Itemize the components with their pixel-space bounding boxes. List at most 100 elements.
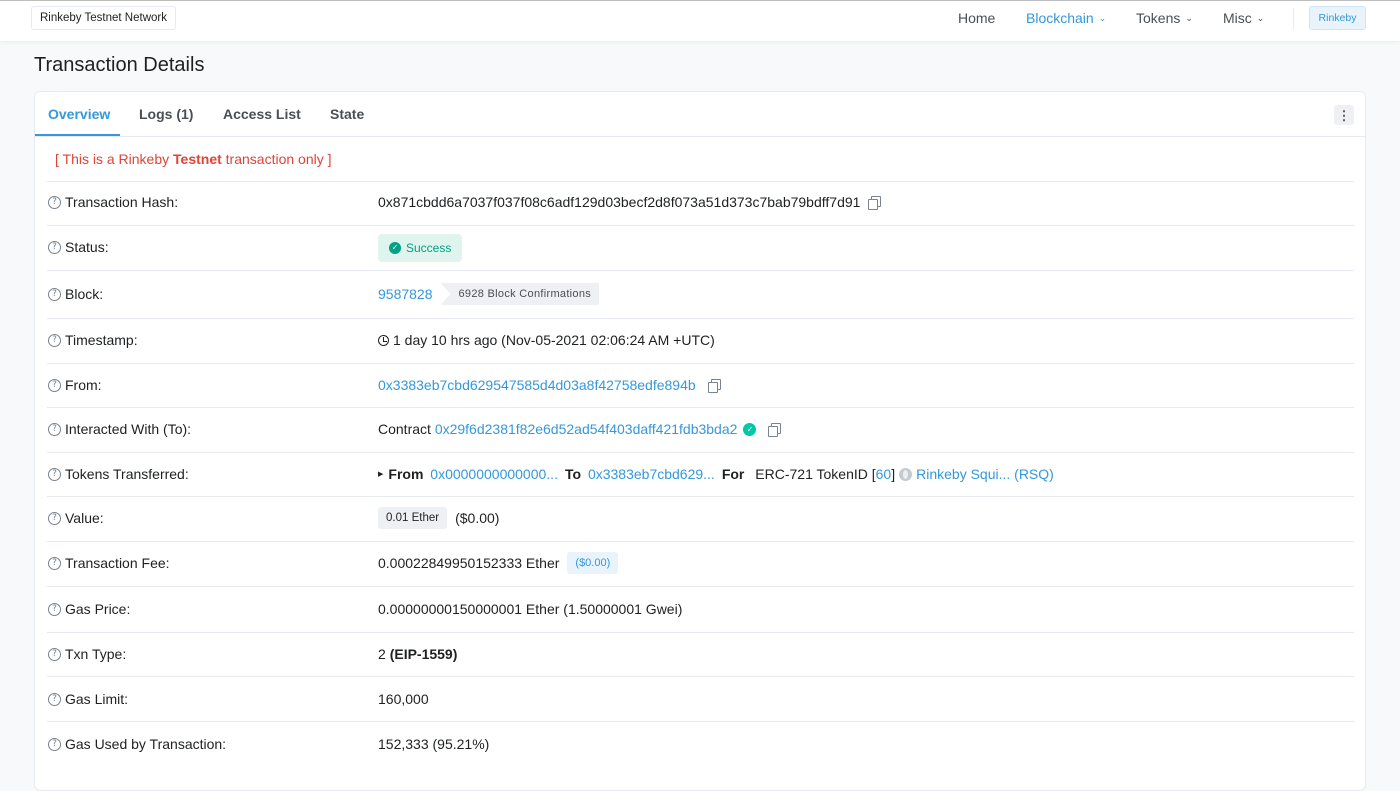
tokens-to-link[interactable]: 0x3383eb7cbd629... <box>588 466 715 482</box>
tab-state[interactable]: State <box>330 92 364 136</box>
block-number-link[interactable]: 9587828 <box>378 286 433 302</box>
question-circle-icon[interactable]: ? <box>48 647 61 661</box>
transaction-hash-value: 0x871cbdd6a7037f037f08c6adf129d03becf2d8… <box>378 194 861 210</box>
label-text: Gas Used by Transaction: <box>65 736 227 752</box>
row-value: ▶ From 0x0000000000000... To 0x3383eb7cb… <box>378 466 1054 482</box>
value-usd: ($0.00) <box>455 510 500 526</box>
row-label: ? Interacted With (To): <box>48 421 191 437</box>
label-text: Gas Limit: <box>65 691 129 707</box>
tokens-from-link[interactable]: 0x0000000000000... <box>430 466 558 482</box>
label-text: Timestamp: <box>65 332 138 348</box>
txn-type-number: 2 <box>378 646 386 662</box>
contract-prefix: Contract <box>378 421 431 437</box>
question-circle-icon[interactable]: ? <box>48 195 61 209</box>
question-circle-icon[interactable]: ? <box>48 511 61 525</box>
question-circle-icon[interactable]: ? <box>48 240 61 254</box>
label-text: Interacted With (To): <box>65 421 192 437</box>
row-gas-used: ? Gas Used by Transaction: 152,333 (95.21… <box>47 721 1354 767</box>
question-circle-icon[interactable]: ? <box>48 737 61 751</box>
active-tab-indicator <box>35 134 120 136</box>
row-transaction-hash: ? Transaction Hash: 0x871cbdd6a7037f037f0… <box>47 181 1354 225</box>
row-value: 0.00022849950152333 Ether ($0.00) <box>378 552 619 574</box>
question-circle-icon[interactable]: ? <box>48 467 61 481</box>
copy-icon[interactable] <box>707 378 721 393</box>
row-label: ? Gas Limit: <box>48 691 128 707</box>
row-label: ? Transaction Fee: <box>48 555 170 571</box>
label-text: From: <box>65 377 102 393</box>
tokens-from-label: From <box>388 466 424 482</box>
question-circle-icon[interactable]: ? <box>48 287 61 301</box>
fee-amount: 0.00022849950152333 Ether <box>378 555 560 571</box>
tab-bar: Overview Logs (1) Access List State ⋮ <box>35 92 1365 137</box>
row-value: 0.00000000150000001 Ether (1.50000001 Gw… <box>378 601 682 617</box>
token-id-close: ] <box>891 466 896 482</box>
caret-right-icon[interactable]: ▶ <box>378 470 383 478</box>
row-txn-type: ? Txn Type: 2 (EIP-1559) <box>47 632 1354 676</box>
row-from: ? From: 0x3383eb7cbd629547585d4d03a8f4275… <box>47 363 1354 407</box>
label-text: Tokens Transferred: <box>65 466 189 482</box>
label-text: Status: <box>65 239 109 255</box>
question-circle-icon[interactable]: ? <box>48 602 61 616</box>
row-timestamp: ? Timestamp: 1 day 10 hrs ago (Nov-05-202… <box>47 318 1354 363</box>
from-address-link[interactable]: 0x3383eb7cbd629547585d4d03a8f42758edfe89… <box>378 377 696 393</box>
chevron-down-icon: ⌄ <box>1185 12 1193 23</box>
chevron-down-icon: ⌄ <box>1098 12 1107 23</box>
check-circle-icon: ✓ <box>389 242 401 254</box>
row-value: Contract 0x29f6d2381f82e6d52ad54f403daff… <box>378 421 782 437</box>
question-circle-icon[interactable]: ? <box>48 333 61 347</box>
network-badge: Rinkeby Testnet Network <box>31 6 176 30</box>
row-value: 160,000 <box>378 691 429 707</box>
row-transaction-fee: ? Transaction Fee: 0.00022849950152333 Et… <box>47 541 1354 586</box>
status-text: Success <box>406 241 452 255</box>
notice-prefix: [ This is a Rinkeby <box>55 151 174 167</box>
more-options-button[interactable]: ⋮ <box>1334 105 1354 125</box>
gas-price-value: 0.00000000150000001 Ether (1.50000001 Gw… <box>378 601 683 617</box>
row-label: ? Block: <box>48 286 103 302</box>
txn-type-name: (EIP-1559) <box>389 646 458 662</box>
testnet-notice: [ This is a Rinkeby Testnet transaction … <box>55 151 332 167</box>
page-title: Transaction Details <box>34 54 205 76</box>
label-text: Block: <box>65 286 104 302</box>
top-navbar: Rinkeby Testnet Network Home Blockchain ⌄… <box>0 0 1400 41</box>
tokens-to-label: To <box>564 466 582 482</box>
question-circle-icon[interactable]: ? <box>48 556 61 570</box>
tab-overview[interactable]: Overview <box>48 92 110 136</box>
row-label: ? Tokens Transferred: <box>48 466 189 482</box>
row-status: ? Status: ✓ Success <box>47 225 1354 270</box>
row-value: ✓ Success <box>378 234 463 262</box>
copy-icon[interactable] <box>768 422 782 437</box>
token-name-link[interactable]: Rinkeby Squi... (RSQ) <box>916 466 1054 482</box>
row-label: ? Value: <box>48 510 104 526</box>
contract-address-link[interactable]: 0x29f6d2381f82e6d52ad54f403daff421fdb3bd… <box>435 421 738 437</box>
copy-icon[interactable] <box>868 195 882 210</box>
row-value: 1 day 10 hrs ago (Nov-05-2021 02:06:24 A… <box>378 332 715 348</box>
notice-emphasis: Testnet <box>173 151 222 167</box>
label-text: Txn Type: <box>65 646 127 662</box>
gas-limit-value: 160,000 <box>378 691 429 707</box>
token-id-link[interactable]: 60 <box>876 466 892 482</box>
nav-misc[interactable]: Misc ⌄ <box>1223 1 1264 35</box>
row-tokens-transferred: ? Tokens Transferred: ▶ From 0x0000000000… <box>47 452 1354 496</box>
row-label: ? Status: <box>48 239 109 255</box>
row-label: ? Timestamp: <box>48 332 138 348</box>
row-gas-price: ? Gas Price: 0.00000000150000001 Ether (1… <box>47 586 1354 632</box>
question-circle-icon[interactable]: ? <box>48 692 61 706</box>
network-switch-button[interactable]: Rinkeby <box>1309 6 1366 30</box>
question-circle-icon[interactable]: ? <box>48 422 61 436</box>
question-circle-icon[interactable]: ? <box>48 378 61 392</box>
nav-divider <box>1293 8 1294 30</box>
nav-home[interactable]: Home <box>958 1 995 35</box>
row-value: 152,333 (95.21%) <box>378 736 489 752</box>
nav-misc-label: Misc <box>1223 10 1252 26</box>
token-type: ERC-721 TokenID [ <box>755 466 876 482</box>
fee-usd-badge: ($0.00) <box>567 552 619 574</box>
nav-blockchain[interactable]: Blockchain ⌄ <box>1026 1 1106 35</box>
row-value: 0x3383eb7cbd629547585d4d03a8f42758edfe89… <box>378 377 721 393</box>
tab-access-list[interactable]: Access List <box>223 92 301 136</box>
nav-tokens[interactable]: Tokens ⌄ <box>1136 1 1193 35</box>
value-amount-badge: 0.01 Ether <box>378 507 448 529</box>
verified-check-icon: ✓ <box>743 422 757 436</box>
row-value: 2 (EIP-1559) <box>378 646 457 662</box>
row-value: 0x871cbdd6a7037f037f08c6adf129d03becf2d8… <box>378 194 882 210</box>
tab-logs[interactable]: Logs (1) <box>139 92 193 136</box>
